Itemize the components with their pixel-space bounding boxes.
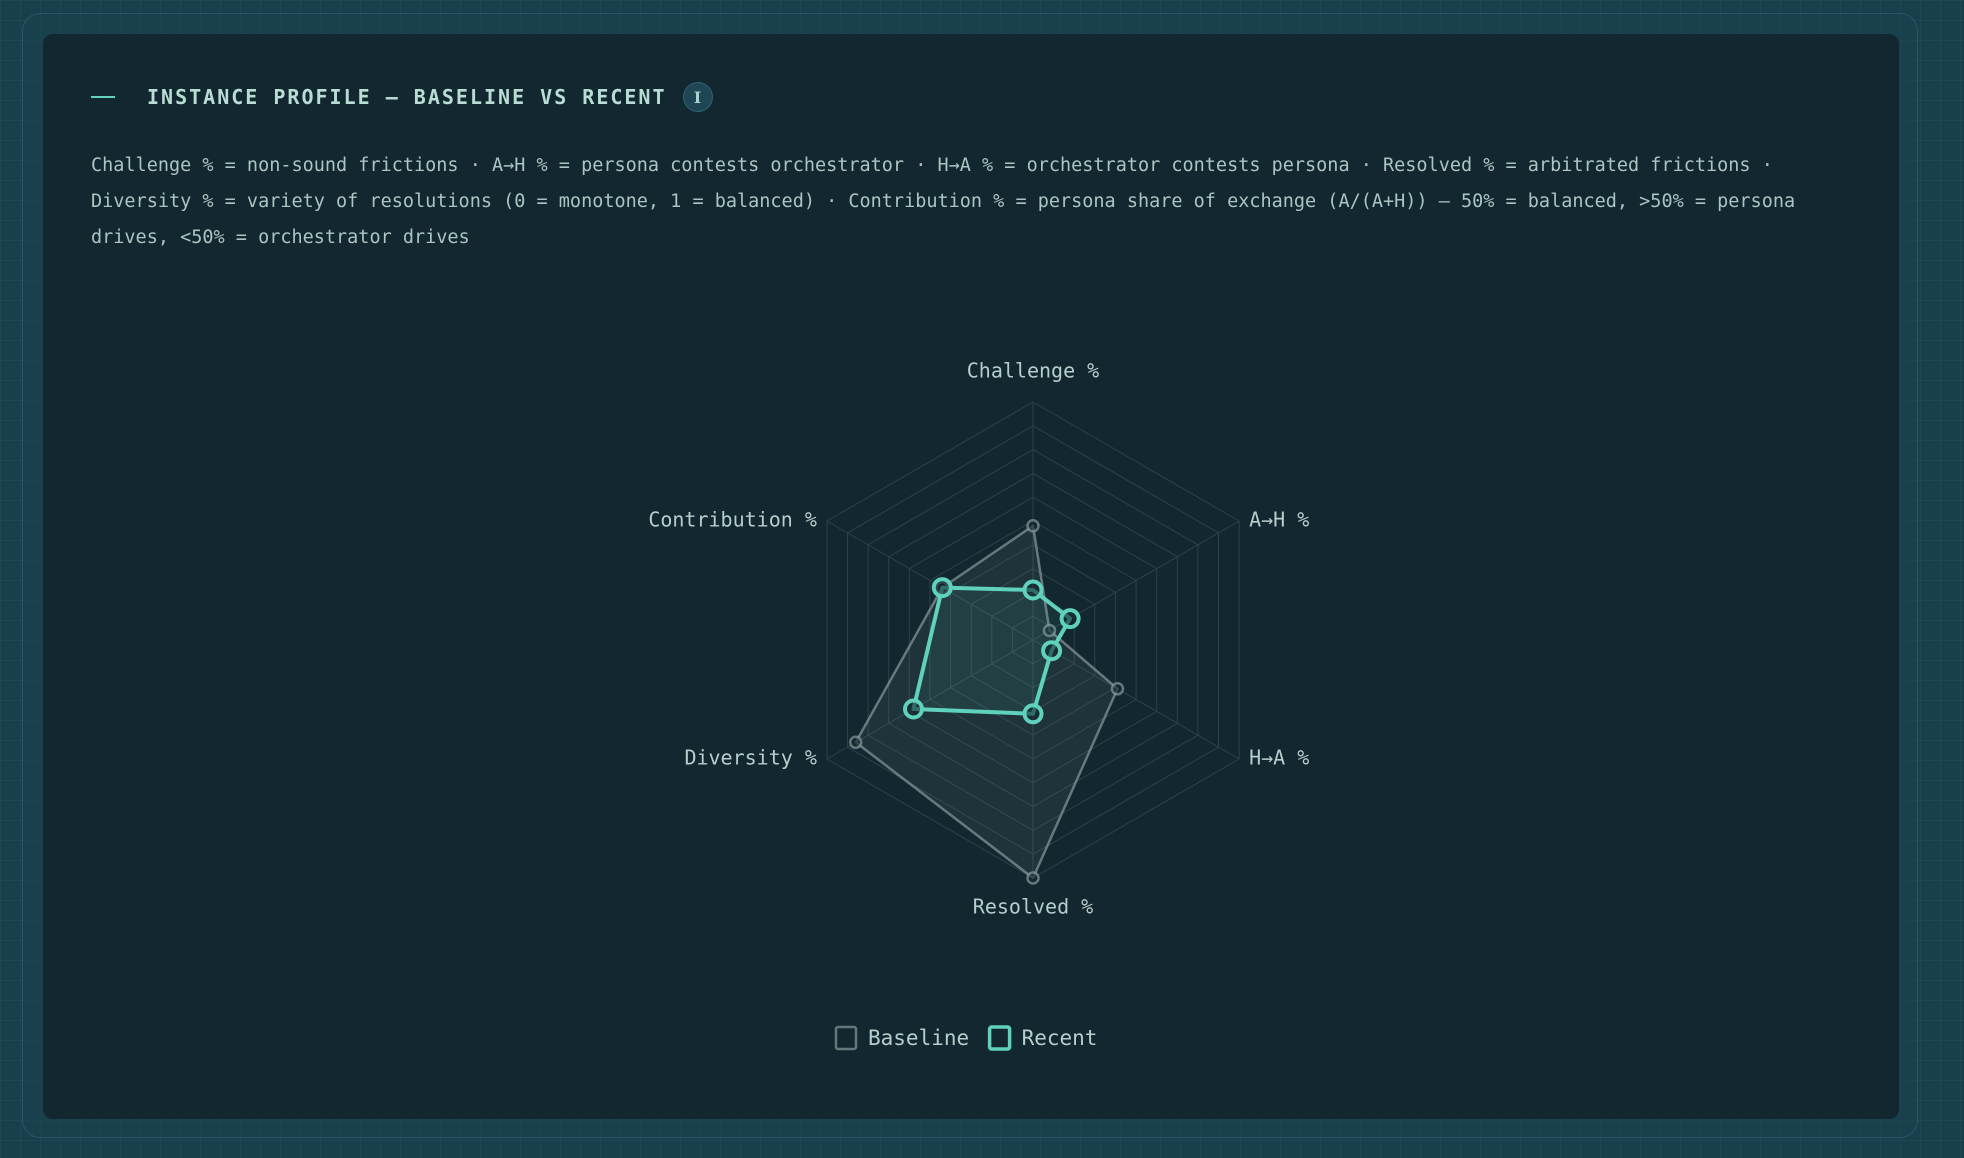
legend-item-recent[interactable]: Recent (987, 1025, 1098, 1051)
point-recent-0[interactable] (1022, 579, 1044, 601)
point-recent-4[interactable] (903, 698, 924, 720)
axis-label-3: Resolved % (973, 895, 1093, 919)
point-recent-2[interactable] (1041, 640, 1063, 662)
point-recent-3[interactable] (1022, 703, 1044, 725)
point-baseline-4[interactable] (848, 735, 863, 750)
axis-label-2: H→A % (1249, 746, 1309, 770)
legend-item-baseline[interactable]: Baseline (834, 1025, 969, 1051)
radar-chart: Challenge % A→H % H→A % Resolved % Diversity… (648, 359, 1309, 1051)
radar-series (848, 519, 1125, 885)
legend-swatch-baseline (834, 1025, 858, 1051)
axis-label-0: Challenge % (967, 359, 1099, 383)
axis-label-1: A→H % (1249, 508, 1309, 532)
legend: Baseline Recent (834, 1025, 1098, 1051)
legend-label-baseline: Baseline (868, 1026, 969, 1050)
point-baseline-3[interactable] (1026, 871, 1040, 885)
axis-label-5: Contribution % (648, 508, 817, 532)
axis-label-4: Diversity % (684, 746, 816, 770)
legend-swatch-recent (987, 1025, 1012, 1051)
point-baseline-0[interactable] (1026, 519, 1040, 533)
point-recent-5[interactable] (931, 577, 953, 599)
legend-label-recent: Recent (1022, 1026, 1098, 1050)
point-baseline-2[interactable] (1110, 682, 1125, 696)
point-recent-1[interactable] (1059, 608, 1081, 630)
